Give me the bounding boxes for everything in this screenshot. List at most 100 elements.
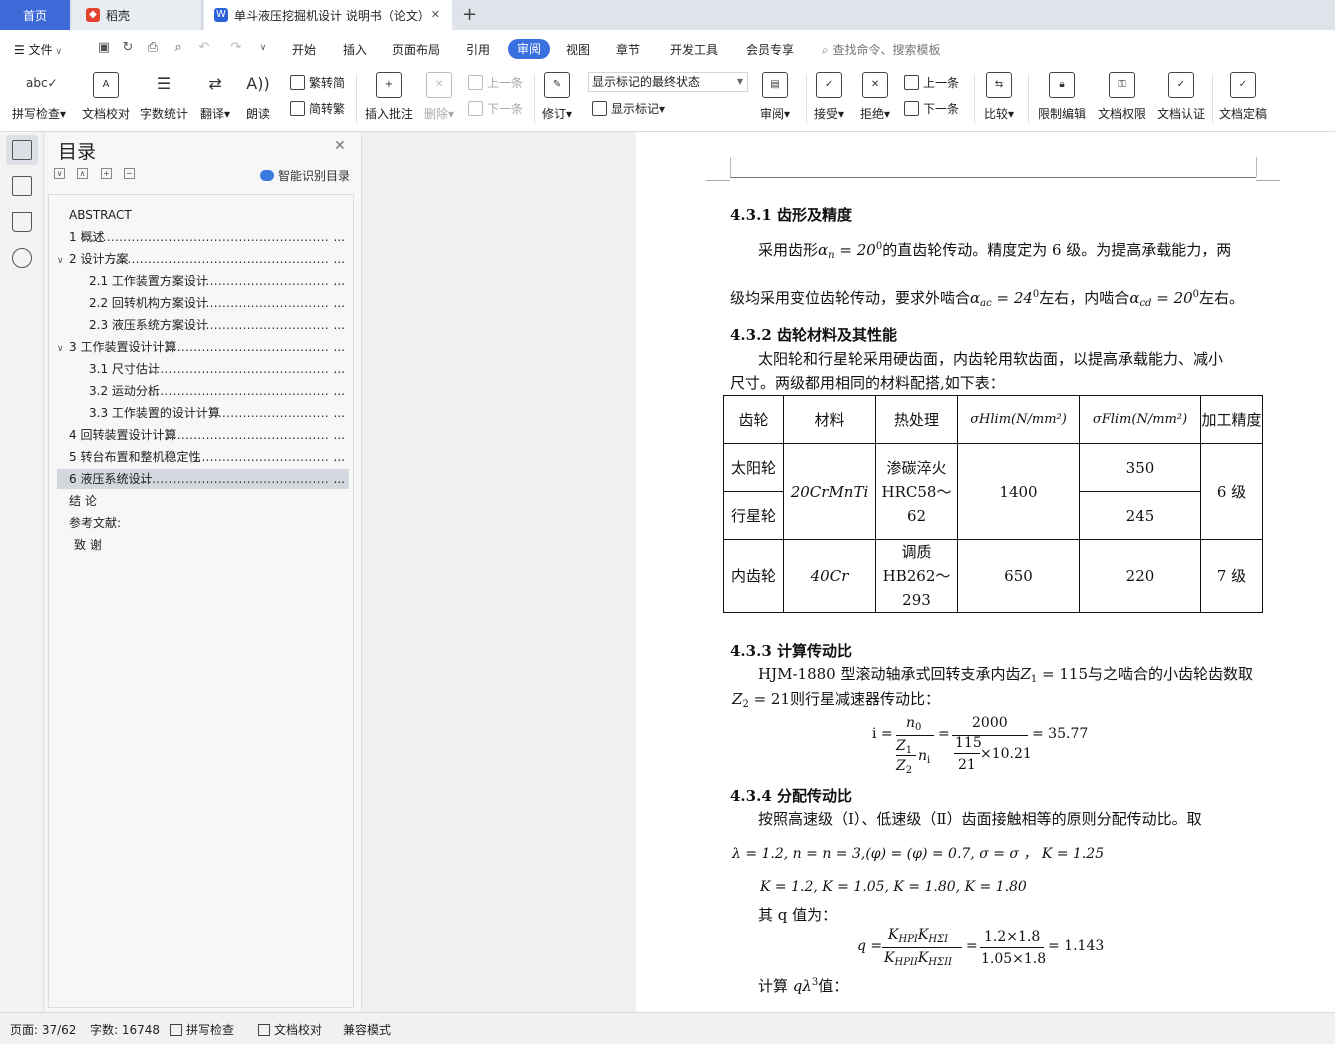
toc-item[interactable]: 致 谢 xyxy=(57,535,349,555)
toc-item[interactable]: ∨ 2 设计方案.................................… xyxy=(57,249,349,269)
print-preview-icon[interactable]: ⌕ xyxy=(170,40,186,56)
bookmark-icon[interactable] xyxy=(12,212,32,232)
next-comment-icon xyxy=(468,101,483,116)
toc-item[interactable]: 6 液压系统设计................................… xyxy=(57,469,349,489)
export-icon[interactable]: ↻ xyxy=(120,40,136,56)
redo-icon[interactable]: ↷ xyxy=(228,40,244,56)
command-search[interactable]: ⌕ 查找命令、搜索模板 xyxy=(822,41,941,58)
doc-certify-button[interactable]: ✓ 文档认证 xyxy=(1157,72,1205,122)
search-icon[interactable] xyxy=(12,248,32,268)
table-header-cell: 热处理 xyxy=(875,395,958,444)
finalize-button[interactable]: ✓ 文档定稿 xyxy=(1219,72,1267,122)
word-count-button[interactable]: ☰ 字数统计 xyxy=(140,72,188,122)
toc-item[interactable]: 参考文献: xyxy=(57,513,349,533)
compare-button[interactable]: ⇆ 比较▾ xyxy=(984,72,1014,122)
next-change-label: 下一条 xyxy=(923,102,960,116)
table-header-cell: σFlim(N/mm²) xyxy=(1079,395,1201,444)
tab-daoke[interactable]: ◆ 稻壳 xyxy=(72,0,202,30)
show-markup-button[interactable]: 显示标记 ▾ xyxy=(592,100,665,117)
menu-chapter[interactable]: 章节 xyxy=(616,41,640,58)
restrict-edit-button[interactable]: 🔒︎ 限制编辑 xyxy=(1038,72,1086,122)
toc-item[interactable]: 2.3 液压系统方案设计............................… xyxy=(57,315,349,335)
next-change-button[interactable]: 下一条 xyxy=(904,100,959,117)
separator xyxy=(1028,74,1029,124)
table-cell: 调质HB262～293 xyxy=(875,539,958,613)
toc-item[interactable]: 结 论 xyxy=(57,491,349,511)
next-comment-button[interactable]: 下一条 xyxy=(468,100,523,117)
menu-start[interactable]: 开始 xyxy=(292,41,316,58)
show-markup-label: 显示标记 xyxy=(611,102,660,116)
document-page[interactable]: 4.3.1 齿形及精度 采用齿形αn = 200的直齿轮传动。精度定为 6 级。… xyxy=(636,132,1335,1012)
reject-button[interactable]: ✕ 拒绝▾ xyxy=(860,72,890,122)
toc-leader: ........................................… xyxy=(147,362,329,376)
chapter-icon[interactable] xyxy=(12,176,32,196)
toc-item[interactable]: 3.2 运动分析................................… xyxy=(57,381,349,401)
markup-state-select[interactable]: 显示标记的最终状态 ▼ xyxy=(588,72,748,92)
toc-item-label: 结 论 xyxy=(69,494,97,508)
page-indicator[interactable]: 页面: 37/62 xyxy=(10,1021,76,1038)
insert-comment-button[interactable]: + 插入批注 xyxy=(365,72,413,122)
toc-icon[interactable] xyxy=(12,140,32,160)
menu-member[interactable]: 会员专享 xyxy=(746,41,794,58)
prev-comment-button[interactable]: 上一条 xyxy=(468,74,523,91)
review-pane-button[interactable]: ▤ 审阅▾ xyxy=(760,72,790,122)
compat-mode: 兼容模式 xyxy=(343,1023,392,1037)
toc-title: 目录 xyxy=(58,141,97,163)
accept-button[interactable]: ✓ 接受▾ xyxy=(814,72,844,122)
delete-comment-button[interactable]: ✕ 删除▾ xyxy=(424,72,454,122)
status-proofread[interactable]: 文档校对 xyxy=(258,1021,322,1038)
translate-button[interactable]: ⇄ 翻译▾ xyxy=(200,72,230,122)
smart-toc-button[interactable]: 智能识别目录 xyxy=(260,167,350,184)
toc-item-label: 2.3 液压系统方案设计 xyxy=(89,318,210,332)
doc-permission-button[interactable]: ⚿ 文档权限 xyxy=(1098,72,1146,122)
fraction-line xyxy=(896,755,916,756)
close-icon[interactable]: ✕ xyxy=(334,138,346,154)
fraction-line xyxy=(954,753,980,754)
toc-item[interactable]: 2.2 回转机构方案设计............................… xyxy=(57,293,349,313)
menu-insert[interactable]: 插入 xyxy=(343,41,367,58)
word-count-indicator[interactable]: 字数: 16748 xyxy=(90,1021,160,1038)
toc-item[interactable]: 4 回转装置设计计算..............................… xyxy=(57,425,349,445)
new-tab-button[interactable]: + xyxy=(462,4,477,25)
menu-developer[interactable]: 开发工具 xyxy=(670,41,718,58)
remove-entry-icon[interactable]: − xyxy=(124,168,135,179)
toc-item[interactable]: ABSTRACT xyxy=(57,205,349,225)
table-cell: 40Cr xyxy=(783,539,876,613)
toc-item[interactable]: 5 转台布置和整机稳定性............................… xyxy=(57,447,349,467)
proofread-button[interactable]: A 文档校对 xyxy=(82,72,130,122)
simp-to-trad-button[interactable]: 简转繁 xyxy=(290,100,345,117)
menu-layout[interactable]: 页面布局 xyxy=(392,41,440,58)
tab-document[interactable]: W 单斗液压挖掘机设计 说明书（论文） ✕ xyxy=(204,0,452,30)
hamburger-icon: ☰ xyxy=(14,43,29,57)
expand-level-icon[interactable]: ∧ xyxy=(77,168,88,179)
add-entry-icon[interactable]: + xyxy=(101,168,112,179)
undo-icon[interactable]: ↶ xyxy=(196,40,212,56)
spell-check-button[interactable]: abc✓ 拼写检查▾ xyxy=(12,72,66,122)
toc-item[interactable]: 3.1 尺寸估计................................… xyxy=(57,359,349,379)
toc-item[interactable]: 2.1 工作装置方案设计............................… xyxy=(57,271,349,291)
menu-view[interactable]: 视图 xyxy=(566,41,590,58)
status-spell-check[interactable]: 拼写检查 xyxy=(170,1021,234,1038)
menu-review[interactable]: 审阅 xyxy=(508,39,550,59)
read-aloud-button[interactable]: A)) 朗读 xyxy=(245,72,271,122)
trad-simp-icon xyxy=(290,75,305,90)
track-changes-button[interactable]: ✎ 修订▾ xyxy=(542,72,572,122)
formula-q-result: = 1.143 xyxy=(1048,938,1105,954)
file-menu[interactable]: ☰ 文件 ∨ xyxy=(14,41,62,58)
print-icon[interactable]: ⎙ xyxy=(145,40,161,56)
trad-to-simp-button[interactable]: 繁转简 xyxy=(290,74,345,91)
prev-change-button[interactable]: 上一条 xyxy=(904,74,959,91)
tab-home[interactable]: 首页 xyxy=(0,0,70,30)
toc-item[interactable]: ∨ 3 工作装置设计计算.............................… xyxy=(57,337,349,357)
collapse-all-icon[interactable]: ∨ xyxy=(54,168,65,179)
chevron-down-icon: ▼ xyxy=(736,77,743,86)
menu-reference[interactable]: 引用 xyxy=(466,41,490,58)
toc-item[interactable]: 1 概述....................................… xyxy=(57,227,349,247)
quick-access-more-icon[interactable]: ∨ xyxy=(255,40,271,56)
close-tab-icon[interactable]: ✕ xyxy=(431,8,440,21)
simp-to-trad-label: 简转繁 xyxy=(309,102,346,116)
toc-item[interactable]: 3.3 工作装置的设计计算...........................… xyxy=(57,403,349,423)
save-icon[interactable]: ▣ xyxy=(96,40,112,56)
toc-item-page: ... xyxy=(333,469,345,489)
finalize-label: 文档定稿 xyxy=(1219,107,1268,121)
